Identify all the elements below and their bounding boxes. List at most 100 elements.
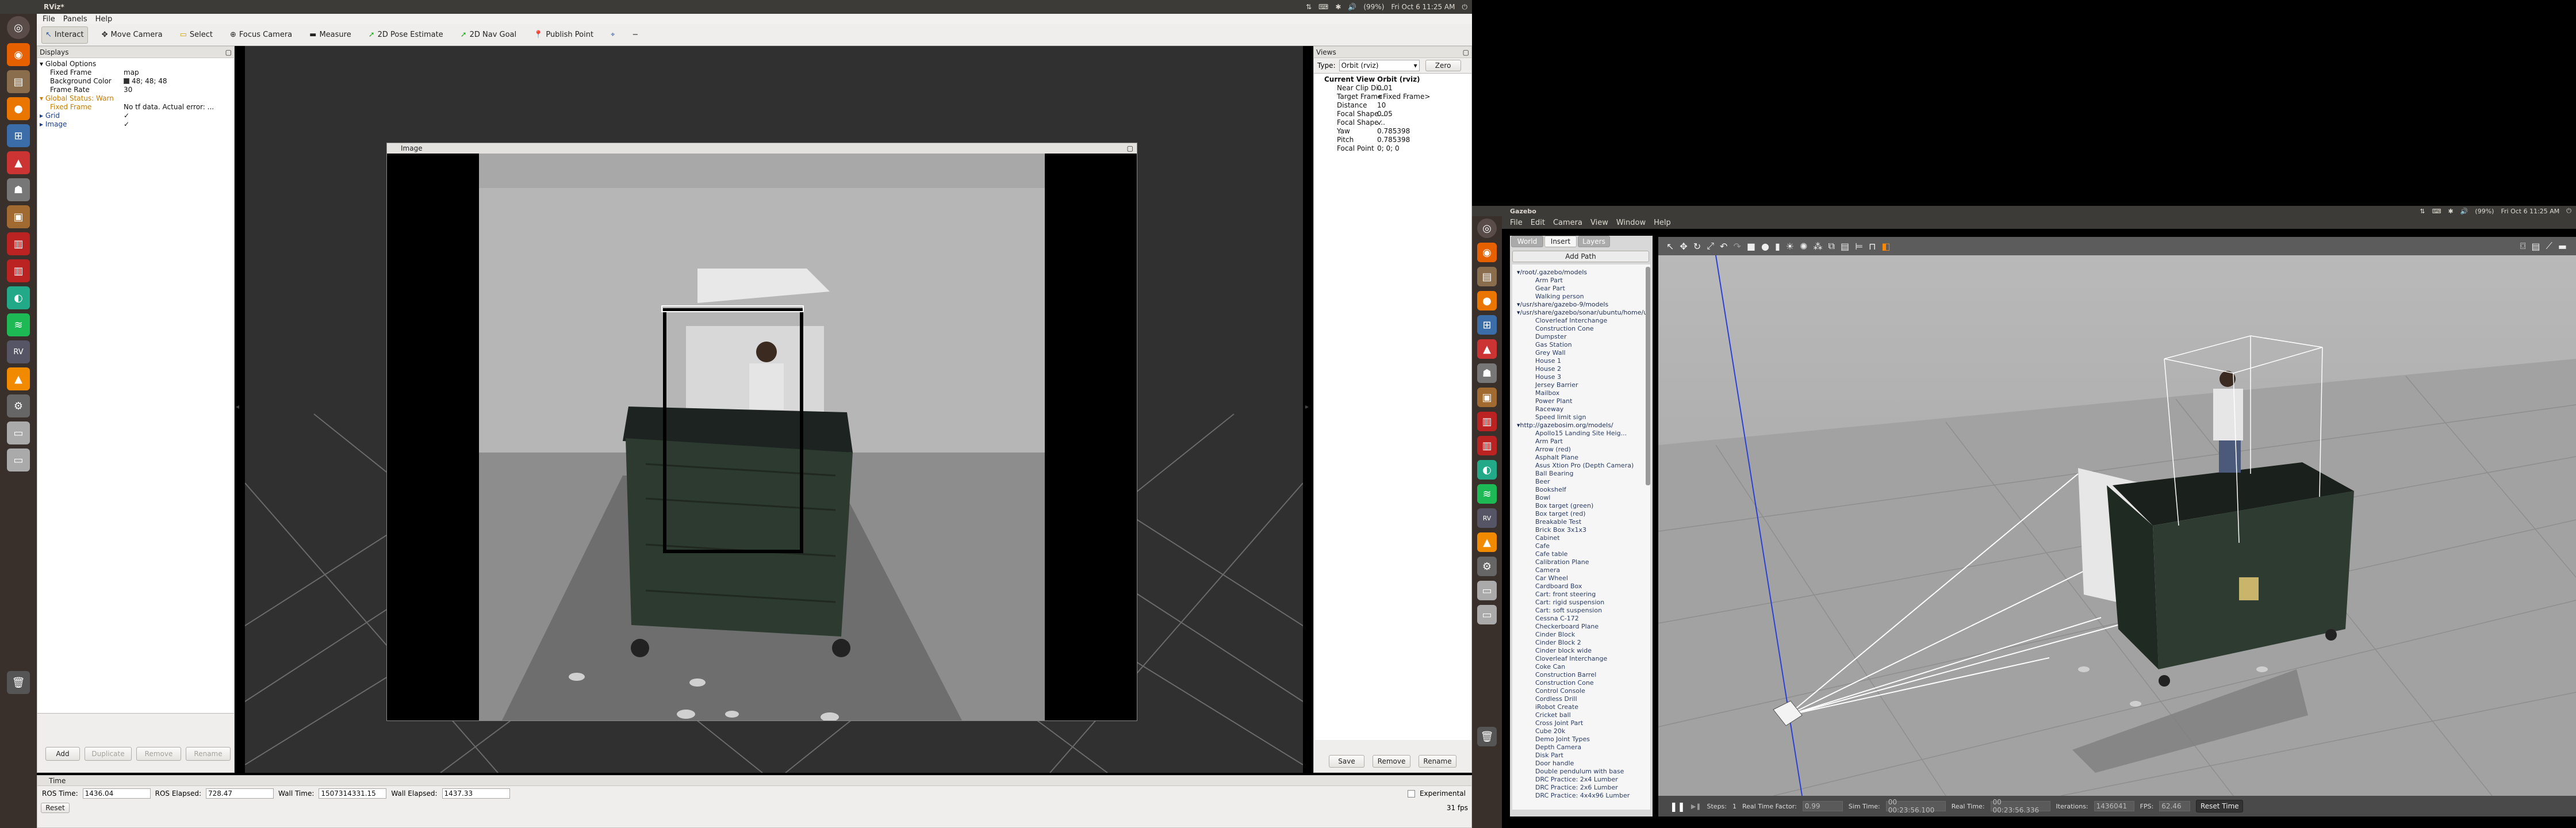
model-list-item[interactable]: Box target (green) <box>1512 501 1650 509</box>
view-type-select[interactable]: Orbit (rviz) ▾ <box>1339 60 1420 71</box>
vlc-icon[interactable]: ▲ <box>1477 532 1497 552</box>
drive-icon[interactable]: ▭ <box>7 421 30 444</box>
experimental-checkbox[interactable] <box>1407 789 1415 798</box>
drive2-icon[interactable]: ▭ <box>7 448 30 471</box>
snap-icon[interactable]: ⊓ <box>1869 241 1876 252</box>
model-list-item[interactable]: Cafe table <box>1512 550 1650 558</box>
model-list-item[interactable]: Ball Bearing <box>1512 469 1650 477</box>
view-property-value[interactable]: 0.785398 <box>1377 136 1410 144</box>
model-list-item[interactable]: Cart: front steering <box>1512 590 1650 598</box>
model-list-item[interactable]: Mailbox <box>1512 389 1650 397</box>
view-property-value[interactable]: 0.01 <box>1377 84 1393 92</box>
model-list-item[interactable]: Raceway <box>1512 405 1650 413</box>
inkscape-icon[interactable]: ▲ <box>1477 339 1497 359</box>
select-mode-icon[interactable]: ↖ <box>1666 241 1674 252</box>
model-list-item[interactable]: Grey Wall <box>1512 348 1650 356</box>
model-list-item[interactable]: Camera <box>1512 566 1650 574</box>
right-collapse-handle[interactable]: ▸ <box>1305 402 1309 411</box>
tab-insert[interactable]: Insert <box>1544 236 1577 247</box>
spotify-icon[interactable]: ≋ <box>1477 484 1497 504</box>
reset-button[interactable]: Reset <box>41 803 70 813</box>
model-list-item[interactable]: Cart: soft suspension <box>1512 606 1650 614</box>
model-list-item[interactable]: Disk Part <box>1512 751 1650 759</box>
rename-view-button[interactable]: Rename <box>1419 755 1456 768</box>
model-list-item[interactable]: Gear Part <box>1512 284 1650 292</box>
files-icon[interactable]: ▤ <box>7 70 30 93</box>
add-path-button[interactable]: Add Path <box>1512 251 1649 262</box>
model-list-item[interactable]: Box target (red) <box>1512 509 1650 518</box>
bluetooth-icon[interactable]: ✱ <box>1335 3 1341 11</box>
tool-publish-point-button[interactable]: 📍 Publish Point <box>530 26 597 44</box>
remove-view-button[interactable]: Remove <box>1373 755 1410 768</box>
translate-mode-icon[interactable]: ✥ <box>1680 241 1687 252</box>
menu-file[interactable]: File <box>1510 218 1523 227</box>
views-tree[interactable]: Current View Orbit (rviz) Near Clip Di... 0… <box>1314 73 1471 740</box>
display-row-value[interactable]: map <box>124 68 139 76</box>
steps-value[interactable]: 1 <box>1732 803 1736 810</box>
tool-pose-estimate-button[interactable]: ➚ 2D Pose Estimate <box>365 26 447 44</box>
dash-icon[interactable]: ◎ <box>1477 218 1497 238</box>
trash-icon[interactable]: 🗑 <box>7 671 30 694</box>
view-property-row[interactable]: Focal Shape... ✓ <box>1314 118 1471 126</box>
model-list[interactable]: ▾ /root/.gazebo/models Arm Part Gear Part W… <box>1512 264 1650 810</box>
log-icon[interactable]: ▤ <box>2532 241 2540 252</box>
display-row-value[interactable]: 30 <box>124 86 132 94</box>
display-row[interactable]: Frame Rate 30 <box>37 85 234 94</box>
tool-nav-goal-button[interactable]: ➚ 2D Nav Goal <box>457 26 520 44</box>
view-property-row[interactable]: Pitch 0.785398 <box>1314 135 1471 144</box>
view-property-value[interactable]: 0; 0; 0 <box>1377 144 1400 152</box>
model-list-item[interactable]: Beer <box>1512 477 1650 485</box>
point-light-icon[interactable]: ☀ <box>1786 241 1794 252</box>
vlc-icon[interactable]: ▲ <box>7 367 30 390</box>
display-row-value[interactable]: ✓ <box>124 120 129 128</box>
drive2-icon[interactable]: ▭ <box>1477 605 1497 624</box>
app-red2-icon[interactable]: ▥ <box>1477 436 1497 455</box>
model-list-item[interactable]: Arrow (red) <box>1512 445 1650 453</box>
display-row-value[interactable]: No tf data. Actual error: ... <box>124 103 214 111</box>
menu-help[interactable]: Help <box>95 15 113 24</box>
model-list-item[interactable]: Gas Station <box>1512 340 1650 348</box>
model-list-item[interactable]: Cricket ball <box>1512 711 1650 719</box>
scale-mode-icon[interactable]: ⤢ <box>1707 240 1714 252</box>
model-list-item[interactable]: Demo Joint Types <box>1512 735 1650 743</box>
clock[interactable]: Fri Oct 6 11:25 AM <box>2501 208 2559 215</box>
view-property-value[interactable]: 0.05 <box>1377 110 1393 118</box>
remove-display-button[interactable]: Remove <box>136 747 181 761</box>
app-red-icon[interactable]: ▥ <box>1477 412 1497 431</box>
view-property-value[interactable]: <Fixed Frame> <box>1377 93 1430 101</box>
model-list-item[interactable]: Cinder block wide <box>1512 646 1650 654</box>
model-path-header[interactable]: ▾ /usr/share/gazebo-9/models <box>1512 300 1650 308</box>
tool-move-camera-button[interactable]: ✥ Move Camera <box>98 26 166 44</box>
model-list-item[interactable]: Construction Cone <box>1512 678 1650 687</box>
model-list-item[interactable]: Depth Camera <box>1512 743 1650 751</box>
model-list-item[interactable]: iRobot Create <box>1512 703 1650 711</box>
left-collapse-handle[interactable]: ◂ <box>236 402 239 411</box>
model-list-item[interactable]: Asus Xtion Pro (Depth Camera) <box>1512 461 1650 469</box>
sound-icon[interactable]: 🔊 <box>2460 208 2468 215</box>
menu-file[interactable]: File <box>43 15 55 24</box>
tool-interact-button[interactable]: ↖ Interact <box>41 26 88 44</box>
pause-icon[interactable]: ❚❚ <box>1670 801 1685 812</box>
model-list-item[interactable]: Calibration Plane <box>1512 558 1650 566</box>
inkscape-icon[interactable]: ▲ <box>7 151 30 174</box>
menu-help[interactable]: Help <box>1654 218 1671 227</box>
paste-icon[interactable]: ▤ <box>1841 241 1849 252</box>
rotate-mode-icon[interactable]: ↻ <box>1693 241 1701 252</box>
menu-edit[interactable]: Edit <box>1531 218 1545 227</box>
expand-arrow-icon[interactable]: ▸ <box>40 112 45 120</box>
model-list-item[interactable]: DRC Practice: 2x6 Lumber <box>1512 783 1650 791</box>
expand-arrow-icon[interactable]: ▸ <box>40 120 45 128</box>
float-icon[interactable]: ▢ <box>1463 48 1469 56</box>
gear-tool-icon[interactable]: ⚙ <box>7 394 30 417</box>
model-list-item[interactable]: Construction Barrel <box>1512 670 1650 678</box>
menu-view[interactable]: View <box>1590 218 1608 227</box>
model-list-item[interactable]: Cloverleaf Interchange <box>1512 654 1650 662</box>
model-list-item[interactable]: Cabinet <box>1512 534 1650 542</box>
tool-add-button[interactable]: ⌖ <box>607 26 618 44</box>
box-shape-icon[interactable]: ■ <box>1747 241 1755 252</box>
change-view-icon[interactable]: ◧ <box>1881 241 1890 252</box>
model-list-item[interactable]: Cube 20k <box>1512 727 1650 735</box>
network-tool-icon[interactable]: ⊞ <box>1477 315 1497 335</box>
model-list-item[interactable]: Speed limit sign <box>1512 413 1650 421</box>
display-row[interactable]: ▾ Global Status: Warn <box>37 94 234 102</box>
